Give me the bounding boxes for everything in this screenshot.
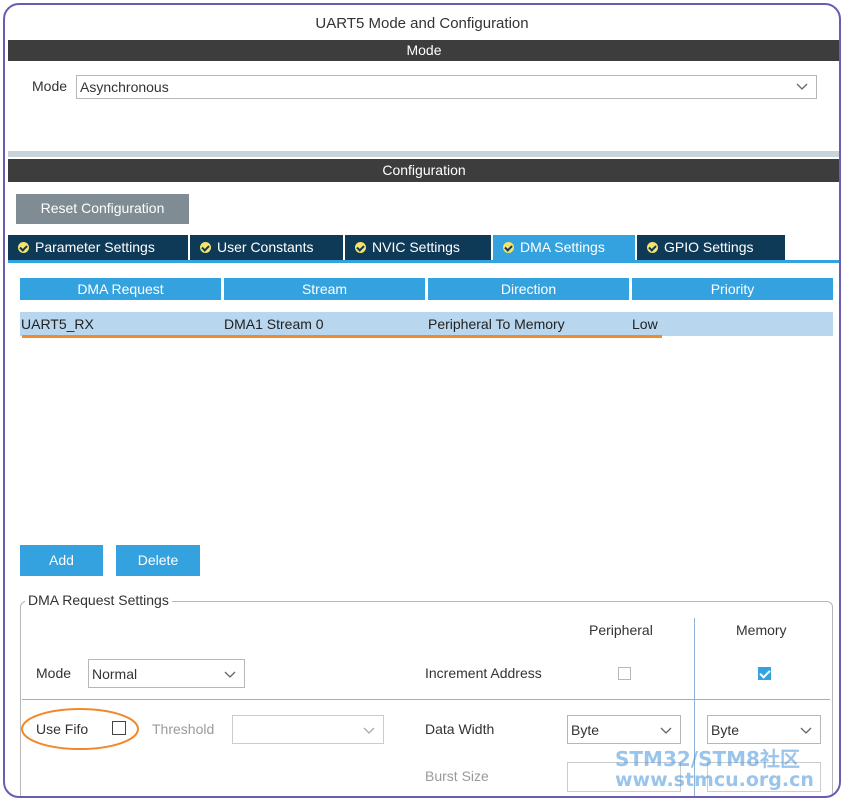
column-header-stream[interactable]: Stream — [224, 278, 425, 300]
data-width-label: Data Width — [425, 721, 495, 737]
dma-mode-value: Normal — [92, 666, 138, 682]
memory-increment-checkbox[interactable] — [758, 667, 771, 680]
chevron-down-icon — [796, 83, 808, 90]
tab-label: NVIC Settings — [372, 239, 460, 255]
peripheral-data-width-select[interactable]: Byte — [567, 715, 681, 744]
watermark-url: www.stmcu.org.cn — [615, 769, 814, 791]
check-icon — [647, 242, 658, 253]
mode-select-value: Asynchronous — [80, 79, 169, 95]
threshold-select[interactable] — [232, 715, 384, 744]
memory-data-width-value: Byte — [711, 722, 740, 738]
table-row[interactable]: UART5_RX DMA1 Stream 0 Peripheral To Mem… — [20, 312, 833, 336]
add-button[interactable]: Add — [20, 545, 103, 576]
section-divider — [8, 151, 839, 157]
tab-underline — [8, 260, 839, 263]
tab-nvic-settings[interactable]: NVIC Settings — [345, 235, 491, 260]
tab-dma-settings[interactable]: DMA Settings — [493, 235, 635, 260]
tab-label: Parameter Settings — [35, 239, 155, 255]
tab-label: User Constants — [217, 239, 314, 255]
check-icon — [355, 242, 366, 253]
mode-label: Mode — [32, 78, 68, 94]
cell-priority: Low — [632, 316, 658, 332]
tab-label: DMA Settings — [520, 239, 605, 255]
tab-user-constants[interactable]: User Constants — [190, 235, 343, 260]
column-header-direction[interactable]: Direction — [428, 278, 629, 300]
cell-dma-request: UART5_RX — [21, 316, 94, 332]
column-header-priority[interactable]: Priority — [632, 278, 833, 300]
dma-mode-select[interactable]: Normal — [88, 659, 245, 688]
annotation-circle — [21, 708, 139, 750]
config-window: UART5 Mode and Configuration Mode Mode A… — [3, 3, 841, 798]
chevron-down-icon — [800, 727, 812, 734]
burst-size-label: Burst Size — [425, 768, 489, 784]
watermark-title: STM32/STM8社区 — [615, 747, 800, 771]
reset-configuration-button[interactable]: Reset Configuration — [16, 194, 189, 224]
chevron-down-icon — [224, 671, 236, 678]
tab-parameter-settings[interactable]: Parameter Settings — [8, 235, 188, 260]
mode-select[interactable]: Asynchronous — [76, 75, 817, 99]
memory-data-width-select[interactable]: Byte — [707, 715, 821, 744]
peripheral-data-width-value: Byte — [571, 722, 600, 738]
tab-label: GPIO Settings — [664, 239, 754, 255]
window-title: UART5 Mode and Configuration — [315, 15, 529, 32]
annotation-underline — [22, 335, 662, 338]
cell-stream: DMA1 Stream 0 — [224, 316, 324, 332]
column-header-dma-request[interactable]: DMA Request — [20, 278, 221, 300]
delete-button[interactable]: Delete — [116, 545, 200, 576]
increment-address-label: Increment Address — [425, 665, 542, 681]
threshold-label: Threshold — [152, 721, 215, 737]
row-divider — [22, 699, 830, 700]
check-icon — [200, 242, 211, 253]
check-icon — [18, 242, 29, 253]
dma-request-settings-legend: DMA Request Settings — [25, 592, 172, 608]
mode-section-header: Mode — [8, 40, 839, 61]
memory-column-header: Memory — [736, 622, 787, 638]
peripheral-column-header: Peripheral — [589, 622, 653, 638]
tab-gpio-settings[interactable]: GPIO Settings — [637, 235, 785, 260]
cell-direction: Peripheral To Memory — [428, 316, 565, 332]
configuration-section-header: Configuration — [8, 159, 839, 182]
chevron-down-icon — [660, 727, 672, 734]
check-icon — [503, 242, 514, 253]
mode-setting-label: Mode — [36, 665, 72, 681]
peripheral-increment-checkbox[interactable] — [618, 667, 631, 680]
chevron-down-icon — [363, 727, 375, 734]
